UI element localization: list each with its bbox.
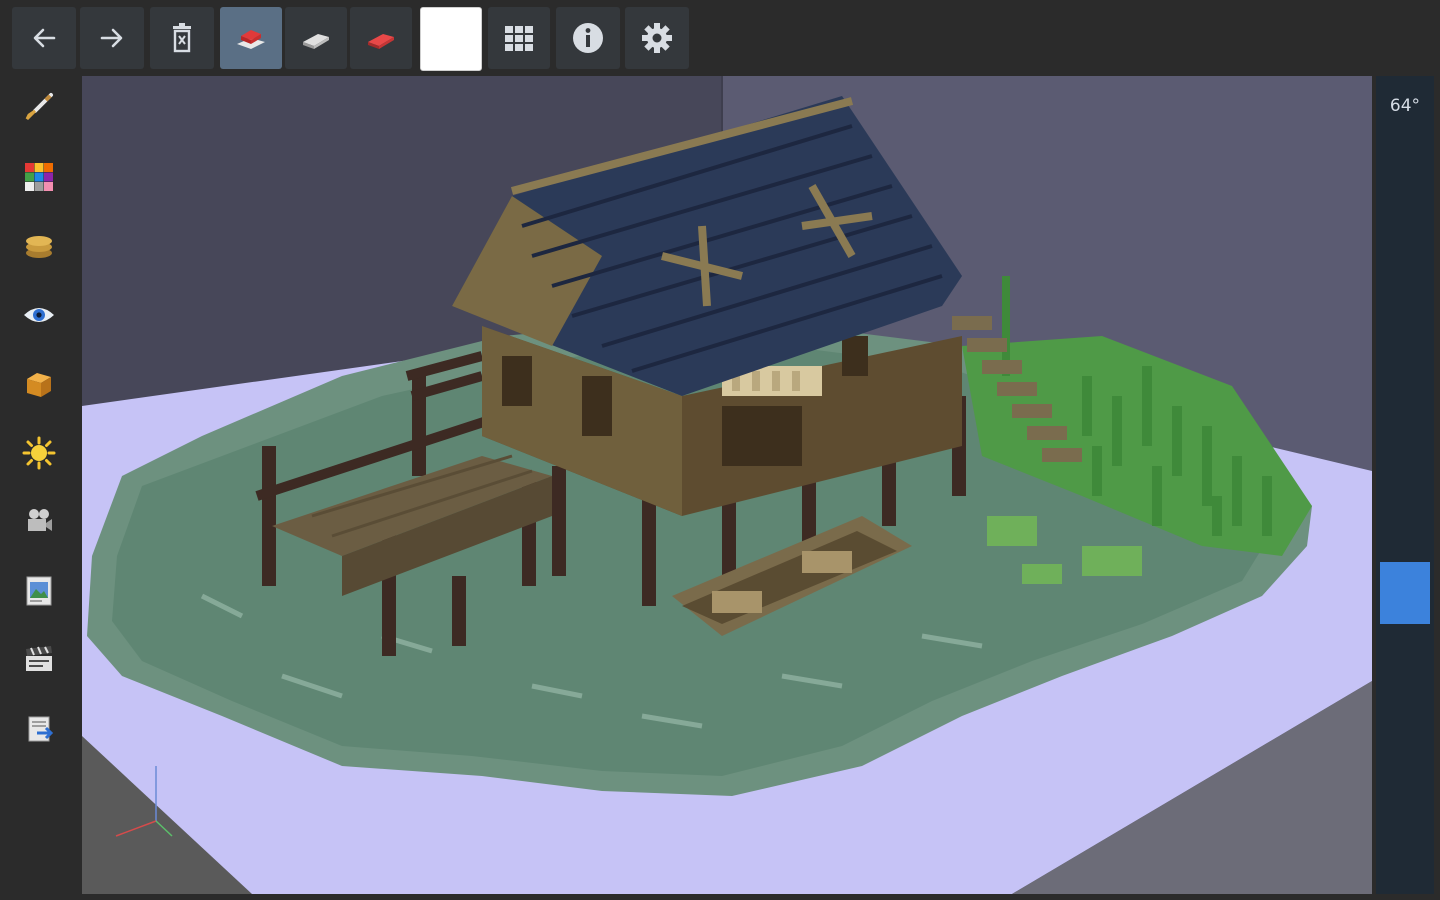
arrow-left-icon: [33, 28, 56, 48]
sidebar-camera[interactable]: [18, 500, 60, 542]
undo-button[interactable]: [12, 7, 76, 69]
sidebar-visibility[interactable]: [18, 294, 60, 336]
sidebar-palette[interactable]: [18, 156, 60, 198]
grid-icon: [505, 26, 533, 51]
zoom-slider-thumb[interactable]: [1380, 562, 1430, 624]
color-swatch[interactable]: [420, 7, 482, 71]
left-sidebar: [0, 76, 82, 900]
cube-icon: [27, 373, 51, 397]
clapper-icon: [26, 646, 52, 671]
settings-button[interactable]: [625, 7, 689, 69]
camera-angle-bar: 64°: [1376, 76, 1434, 894]
clear-button[interactable]: [150, 7, 214, 69]
sun-icon: [22, 436, 56, 470]
block-remove-icon: [368, 34, 394, 49]
trash-icon: [173, 23, 191, 53]
sidebar-brush[interactable]: [18, 86, 60, 128]
voxel-scene[interactable]: [82, 76, 1372, 894]
sidebar-image[interactable]: [18, 570, 60, 612]
top-toolbar: [0, 0, 1440, 76]
add-block-tool[interactable]: [220, 7, 282, 69]
export-icon: [28, 716, 54, 742]
voxel-viewport[interactable]: [82, 76, 1372, 894]
palette-icon: [25, 163, 53, 191]
layers-icon: [26, 236, 52, 258]
block-paint-icon: [303, 34, 329, 49]
image-icon: [26, 576, 52, 606]
info-icon: [573, 23, 603, 53]
remove-block-tool[interactable]: [350, 7, 412, 69]
redo-button[interactable]: [80, 7, 144, 69]
sidebar-lighting[interactable]: [18, 432, 60, 474]
eye-icon: [24, 308, 54, 322]
sidebar-render[interactable]: [18, 638, 60, 680]
sidebar-export[interactable]: [18, 708, 60, 750]
block-add-icon: [237, 30, 265, 49]
camera-angle-label: 64°: [1389, 96, 1421, 116]
paint-block-tool[interactable]: [285, 7, 347, 69]
brush-icon: [25, 93, 53, 121]
camera-icon: [28, 509, 52, 531]
sidebar-block[interactable]: [18, 364, 60, 406]
arrow-right-icon: [100, 28, 123, 48]
gear-icon: [642, 23, 672, 53]
info-button[interactable]: [556, 7, 620, 69]
grid-toggle[interactable]: [488, 7, 550, 69]
sidebar-layers[interactable]: [18, 226, 60, 268]
